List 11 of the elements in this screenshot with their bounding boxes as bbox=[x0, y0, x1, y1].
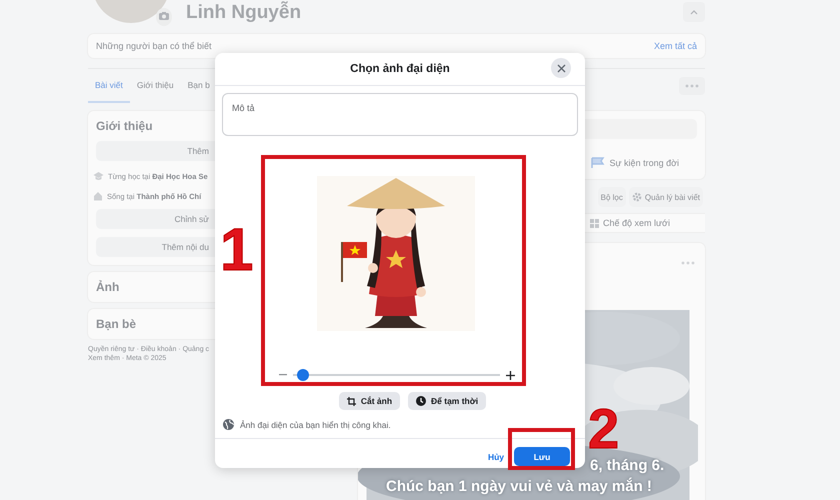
section-title: Ảnh bbox=[96, 280, 120, 294]
photo-caption: 6, tháng 6. bbox=[590, 457, 664, 474]
dialog-title: Chọn ảnh đại diện bbox=[350, 63, 450, 75]
profile-name: Linh Nguyễn bbox=[186, 0, 302, 25]
card-title: Giới thiệu bbox=[96, 119, 154, 133]
section-title: Bạn bè bbox=[96, 317, 136, 331]
step-number: 2 bbox=[588, 405, 620, 453]
photo-caption: Chúc bạn 1 ngày vui vẻ và may mắn ! bbox=[386, 478, 652, 495]
privacy-note: Ảnh đại diện của bạn hiển thị công khai. bbox=[240, 420, 391, 430]
step-number: 1 bbox=[220, 220, 254, 280]
suggestions-title: Những người bạn có thể biết bbox=[96, 41, 212, 51]
